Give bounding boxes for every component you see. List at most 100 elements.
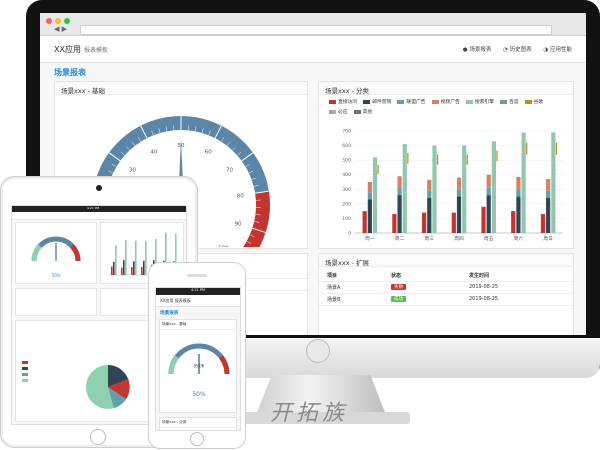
- x-tick-label: 周一: [365, 236, 375, 242]
- address-bar[interactable]: [80, 25, 552, 35]
- bar-accent: [407, 153, 409, 164]
- x-tick-label: 周日: [543, 236, 553, 242]
- bar-search: [491, 141, 497, 233]
- bar-stack-segment: [456, 189, 462, 197]
- tablet-bar: [115, 245, 117, 275]
- bar-stack-segment: [427, 190, 432, 199]
- bar-accent: [555, 142, 558, 155]
- bar-stack-segment: [516, 176, 521, 190]
- bar-direct: [362, 211, 367, 233]
- bar-search: [372, 157, 378, 233]
- bar-accent: [496, 150, 498, 162]
- data-table: 项目 状态 发生时间 场景A 失败 2019-08-25 场景B 成功 2019…: [319, 270, 573, 306]
- y-tick-label: 100: [342, 216, 351, 222]
- tablet-bar: [111, 266, 113, 275]
- bar-direct: [511, 211, 516, 233]
- tablet-bar: [125, 240, 127, 275]
- table-row[interactable]: 场景B 成功 2019-08-25: [319, 294, 573, 306]
- status-badge: 失败: [391, 284, 407, 290]
- y-tick-label: 700: [342, 129, 351, 135]
- gauge-tick-label: 40: [150, 150, 157, 156]
- bar-search: [521, 132, 526, 233]
- nav-history-charts[interactable]: ◔ 历史图表: [503, 47, 532, 53]
- close-window-icon[interactable]: [46, 18, 52, 24]
- gauge-tick-label: 60: [205, 150, 212, 156]
- gauge-tick-label: 80: [237, 194, 244, 200]
- x-tick-label: 周三: [424, 236, 434, 242]
- bar-stack-segment: [456, 177, 462, 190]
- y-tick-label: 200: [342, 201, 351, 207]
- table-row[interactable]: 场景A 失败 2019-08-25: [319, 282, 573, 294]
- bar-stack-segment: [427, 179, 432, 191]
- browser-bar: ◀ ▶: [40, 13, 586, 36]
- bar-stack-segment: [486, 187, 491, 196]
- section-title: 场景报表: [54, 68, 86, 77]
- maximize-window-icon[interactable]: [64, 18, 70, 24]
- gauge-panel-title: 场景xxx - 基础: [55, 82, 307, 95]
- x-tick-label: 周五: [484, 236, 494, 242]
- gauge-tick-label: 70: [226, 168, 233, 174]
- bar-accent: [436, 154, 439, 165]
- phone-section-title: 场景报表: [160, 311, 179, 316]
- tablet-bar: [135, 240, 137, 275]
- x-tick-label: 周二: [395, 236, 405, 242]
- bar-accent: [526, 142, 528, 155]
- back-forward-icon[interactable]: ◀ ▶: [54, 25, 67, 33]
- row-date: 2019-08-25: [469, 296, 499, 302]
- bar-stack-segment: [486, 195, 491, 233]
- row-date: 2019-08-25: [469, 284, 499, 290]
- bar-stack-segment: [456, 196, 462, 233]
- bar-stack-segment: [486, 174, 491, 188]
- y-tick-label: 600: [342, 143, 351, 149]
- bar-stack-segment: [516, 196, 521, 233]
- y-tick-label: 500: [342, 158, 351, 164]
- bar-stack-segment: [367, 182, 372, 193]
- bar-direct: [421, 212, 427, 233]
- bar-stack-segment: [427, 198, 432, 233]
- bar-search: [462, 145, 467, 233]
- app-title-text: XX应用: [54, 45, 81, 54]
- bar-stack-segment: [367, 199, 372, 233]
- tablet-bar: [141, 267, 143, 275]
- tablet-home-button[interactable]: [90, 429, 106, 445]
- tablet-percent: 50%: [52, 273, 61, 278]
- bar-stack-segment: [546, 198, 551, 233]
- bar-stack-segment: [516, 189, 521, 197]
- tablet-camera: [96, 185, 102, 191]
- bar-search: [402, 144, 407, 233]
- gauge-segment-high: [233, 191, 270, 268]
- bar-direct: [481, 206, 486, 233]
- bar-stack-segment: [367, 192, 372, 200]
- table-header-row: 项目 状态 发生时间: [319, 270, 573, 282]
- tablet-bar: [145, 240, 147, 275]
- app-title[interactable]: XX应用 报表模板: [54, 44, 108, 55]
- x-tick-label: 周六: [514, 235, 524, 242]
- x-tick-label: 周四: [454, 236, 464, 242]
- row-item: 场景A: [327, 285, 341, 291]
- phone-panel-title-2: 场景xxx - 分类: [160, 418, 236, 428]
- tablet-bar: [143, 260, 145, 275]
- bar-search: [432, 145, 437, 233]
- phone-status-bar: 4:21 PM: [156, 288, 240, 295]
- tablet-gauge-panel: 50%: [15, 222, 97, 284]
- phone-app-header[interactable]: XX应用 报表模板: [156, 295, 240, 307]
- y-tick-label: 0: [348, 231, 351, 237]
- nav-app-performance[interactable]: ◑ 应用性能: [543, 47, 572, 53]
- app-subtitle: 报表模板: [83, 47, 108, 54]
- watermark-text: 开拓族: [270, 401, 349, 426]
- status-badge: 成功: [391, 296, 407, 302]
- bar-direct: [540, 214, 546, 233]
- nav-scene-report[interactable]: ● 场景报表: [463, 47, 492, 53]
- bar-stack-segment: [546, 179, 551, 191]
- col-header-item: 项目: [327, 273, 338, 279]
- monitor-logo-button: [306, 339, 330, 363]
- minimize-window-icon[interactable]: [55, 18, 61, 24]
- header-nav: ● 场景报表 ◔ 历史图表 ◑ 应用性能: [453, 45, 572, 53]
- bar-chart-panel: 场景xxx - 分类 直接访问 邮件营销 联盟广告 视频广告 搜索引擎 百度 谷歌必应 其他 …: [318, 81, 574, 249]
- phone-percent: 50%: [192, 391, 206, 398]
- phone-home-button[interactable]: [190, 432, 204, 446]
- gauge-tick-label: 90: [235, 222, 242, 228]
- table-panel: 场景xxx - 扩展 项目 状态 发生时间 场景A 失败 2019-08-25 …: [318, 253, 574, 335]
- phone-screen: 4:21 PM XX应用 报表模板 场景报表 场景xxx - 基础 完成率 50…: [155, 287, 241, 431]
- phone-gauge-panel: 场景xxx - 基础 完成率 50%: [159, 319, 237, 413]
